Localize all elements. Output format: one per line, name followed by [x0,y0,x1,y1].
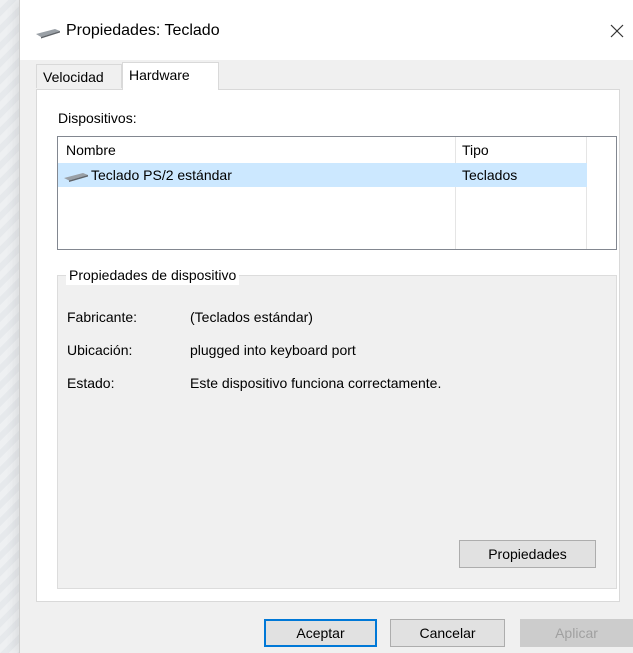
tab-velocidad[interactable]: Velocidad [36,64,122,88]
cancel-button[interactable]: Cancelar [390,619,505,647]
status-value: Este dispositivo funciona correctamente. [190,375,442,391]
device-properties-group: Propiedades de dispositivo Fabricante: (… [57,265,617,589]
tab-hardware[interactable]: Hardware [122,62,219,90]
keyboard-properties-dialog: Propiedades: Teclado Velocidad Hardware … [19,0,633,653]
location-value: plugged into keyboard port [190,342,356,358]
column-header-nombre[interactable]: Nombre [66,142,116,158]
device-properties-button[interactable]: Propiedades [459,540,596,568]
apply-button[interactable]: Aplicar [520,619,633,647]
manufacturer-label: Fabricante: [67,309,138,325]
ok-button[interactable]: Aceptar [264,619,377,647]
column-separator[interactable] [455,137,456,249]
close-icon [610,24,624,38]
device-properties-title: Propiedades de dispositivo [66,265,240,285]
keyboard-icon [36,29,60,39]
devices-label: Dispositivos: [58,110,137,126]
device-row[interactable]: Teclado PS/2 estándar Teclados [58,163,587,187]
close-button[interactable] [600,16,633,46]
manufacturer-value: (Teclados estándar) [190,309,313,325]
column-separator-end [586,137,587,249]
column-header-tipo[interactable]: Tipo [462,142,489,158]
devices-list[interactable]: Nombre Tipo Teclado PS/2 estándar Teclad… [57,136,617,250]
keyboard-icon [64,173,88,182]
device-name: Teclado PS/2 estándar [91,167,232,183]
status-label: Estado: [67,375,115,391]
location-label: Ubicación: [67,342,133,358]
devices-list-header: Nombre Tipo [58,137,616,163]
window-title: Propiedades: Teclado [66,22,220,39]
title-bar: Propiedades: Teclado [20,0,633,60]
device-type: Teclados [462,167,518,183]
hardware-tab-panel: Dispositivos: Nombre Tipo Teclado PS/2 e… [36,89,620,602]
